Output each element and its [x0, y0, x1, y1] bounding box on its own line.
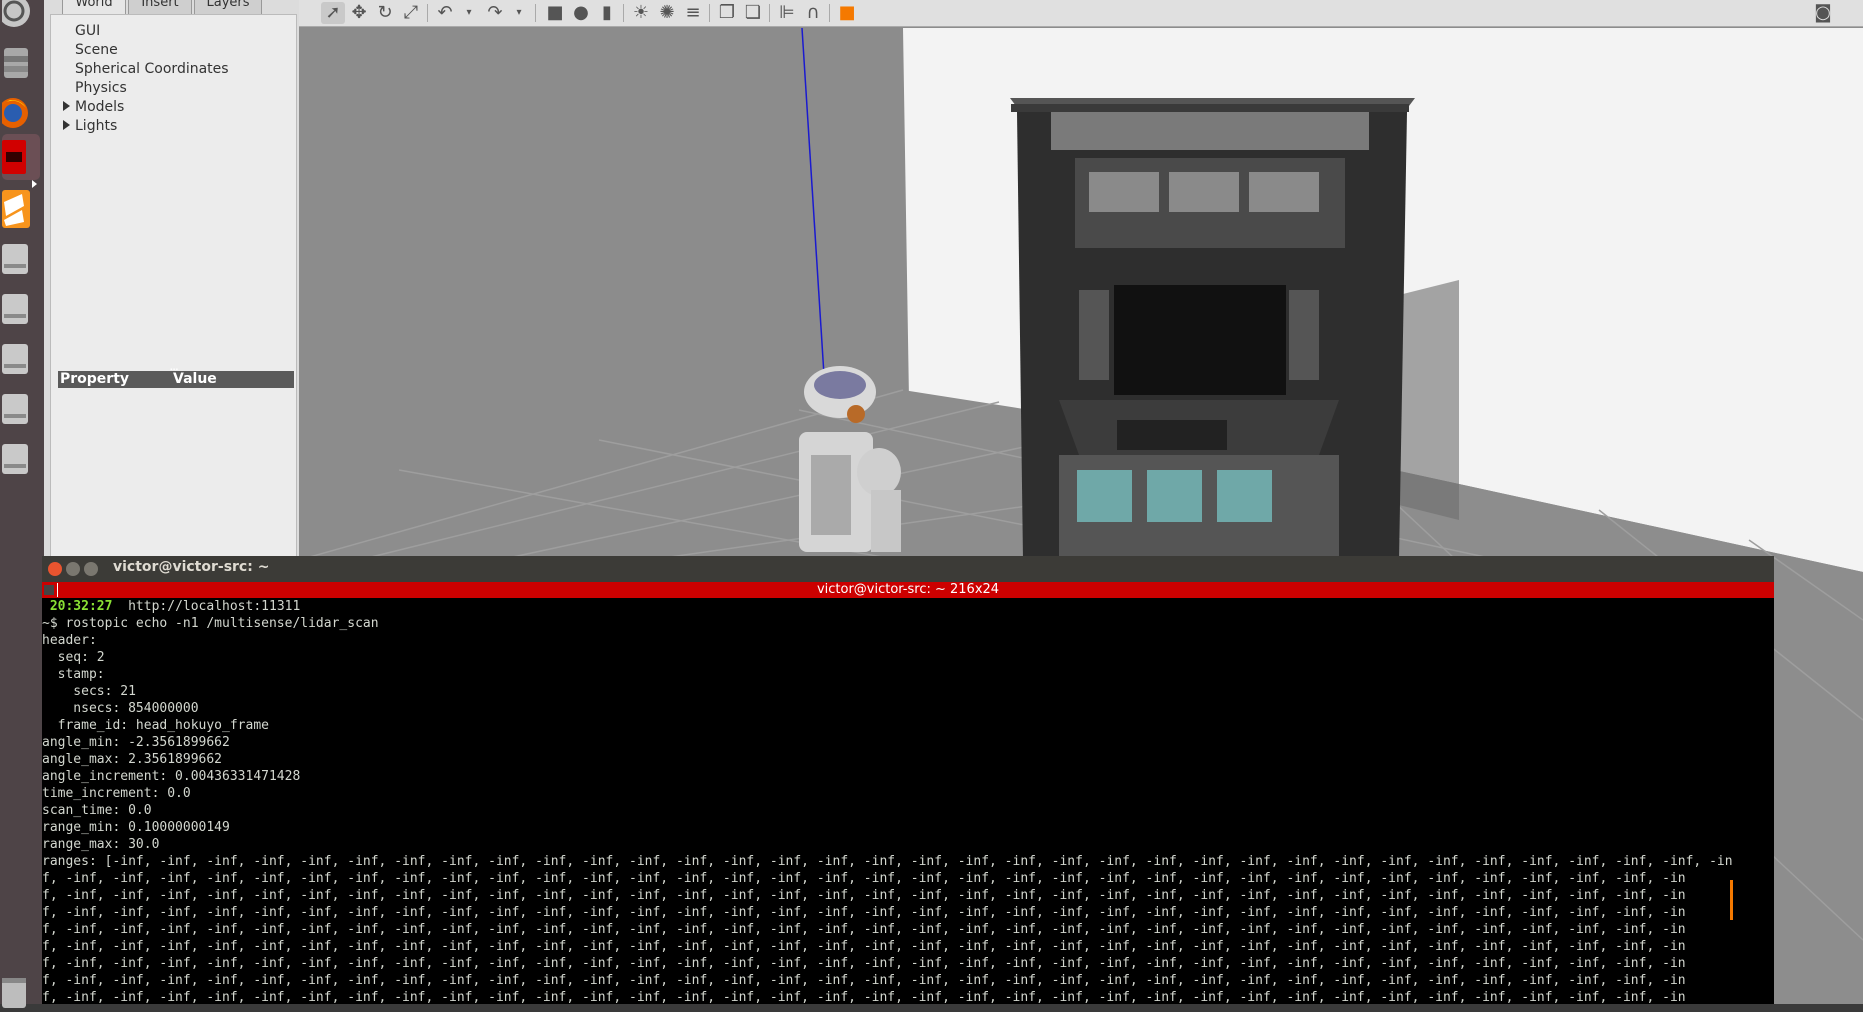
change-view-icon[interactable]: ■	[835, 2, 859, 24]
drive-icon[interactable]	[2, 386, 40, 432]
trash-icon[interactable]	[2, 966, 40, 1012]
box-shape-icon[interactable]: ■	[543, 2, 567, 24]
output-line: header:	[42, 633, 105, 648]
terminal-app-icon[interactable]	[2, 134, 40, 180]
align-icon[interactable]: ⊫	[775, 2, 799, 24]
redo-icon[interactable]: ↷	[483, 2, 507, 24]
ranges-line: f, -inf, -inf, -inf, -inf, -inf, -inf, -…	[42, 956, 1686, 971]
output-line: angle_max: 2.3561899662	[42, 752, 223, 767]
terminal-window[interactable]: victor@victor-src: ~ victor@victor-src: …	[42, 556, 1774, 1004]
value-column-header: Value	[173, 371, 217, 387]
scrollbar-indicator[interactable]	[1730, 880, 1733, 920]
file-manager-icon[interactable]	[2, 40, 40, 86]
close-icon[interactable]	[48, 562, 62, 576]
output-line: stamp:	[42, 667, 113, 682]
ranges-line: f, -inf, -inf, -inf, -inf, -inf, -inf, -…	[42, 922, 1686, 937]
cylinder-shape-icon[interactable]: ▮	[595, 2, 619, 24]
toolbar-separator	[623, 4, 624, 22]
tree-item-physics[interactable]: Physics	[75, 80, 127, 96]
firefox-icon[interactable]	[2, 90, 40, 136]
ranges-line: f, -inf, -inf, -inf, -inf, -inf, -inf, -…	[42, 973, 1686, 988]
prompt-time: 20:32:27	[49, 599, 113, 614]
output-line: angle_increment: 0.00436331471428	[42, 769, 301, 784]
gazebo-toolbar: ➚ ✥ ↻ ⤢ ↶ ▾ ↷ ▾ ■ ● ▮ ☀ ✺ ≡ ❐ ❏ ⊫ ∩ ■ ◙	[299, 0, 1863, 27]
terminal-tab-title: victor@victor-src: ~ 216x24	[816, 582, 1000, 597]
column-resize-handle[interactable]: ⋯	[170, 365, 178, 374]
toolbar-separator	[769, 4, 770, 22]
toolbar-separator	[709, 4, 710, 22]
output-line: nsecs: 854000000	[42, 701, 199, 716]
translate-icon[interactable]: ✥	[347, 2, 371, 24]
prompt-line: 20:32:27 http://localhost:11311	[42, 598, 300, 615]
ranges-line: f, -inf, -inf, -inf, -inf, -inf, -inf, -…	[42, 990, 1686, 1004]
ranges-line: f, -inf, -inf, -inf, -inf, -inf, -inf, -…	[42, 871, 1686, 886]
ranges-line: f, -inf, -inf, -inf, -inf, -inf, -inf, -…	[42, 939, 1686, 954]
ranges-line: f, -inf, -inf, -inf, -inf, -inf, -inf, -…	[42, 905, 1686, 920]
output-line: seq: 2	[42, 650, 105, 665]
snap-icon[interactable]: ∩	[801, 2, 825, 24]
tab-world[interactable]: World	[62, 0, 126, 15]
toolbar-separator	[427, 4, 428, 22]
ranges-line: f, -inf, -inf, -inf, -inf, -inf, -inf, -…	[42, 888, 1686, 903]
tree-item-spherical-coordinates[interactable]: Spherical Coordinates	[75, 61, 229, 77]
directional-light-icon[interactable]: ≡	[681, 2, 705, 24]
gazebo-app-icon[interactable]	[2, 186, 40, 232]
output-line: secs: 21	[42, 684, 136, 699]
world-tree-panel: GUI Scene Spherical Coordinates Physics …	[50, 14, 297, 560]
tree-item-lights[interactable]: Lights	[75, 118, 117, 134]
prompt-url: http://localhost:11311	[128, 599, 301, 614]
dash-home-icon[interactable]	[2, 0, 40, 34]
gazebo-left-panel: World Insert Layers GUI Scene Spherical …	[44, 0, 299, 560]
output-line: frame_id: head_hokuyo_frame	[42, 718, 269, 733]
sphere-shape-icon[interactable]: ●	[569, 2, 593, 24]
undo-history-icon[interactable]: ▾	[457, 2, 481, 24]
expand-arrow-icon[interactable]	[63, 120, 70, 130]
terminal-tab-bar: victor@victor-src: ~ 216x24	[42, 582, 1774, 598]
command-line: ~$ rostopic echo -n1 /multisense/lidar_s…	[42, 616, 379, 631]
ranges-line: ranges: [-inf, -inf, -inf, -inf, -inf, -…	[42, 854, 1733, 869]
drive-icon[interactable]	[2, 286, 40, 332]
output-line: time_increment: 0.0	[42, 786, 191, 801]
tab-insert[interactable]: Insert	[128, 0, 192, 15]
paste-icon[interactable]: ❏	[741, 2, 765, 24]
rotate-icon[interactable]: ↻	[373, 2, 397, 24]
drive-icon[interactable]	[2, 336, 40, 382]
tree-item-scene[interactable]: Scene	[75, 42, 118, 58]
tab-layers[interactable]: Layers	[194, 0, 262, 15]
expand-arrow-icon[interactable]	[63, 101, 70, 111]
point-light-icon[interactable]: ☀	[629, 2, 653, 24]
redo-history-icon[interactable]: ▾	[507, 2, 531, 24]
minimize-icon[interactable]	[66, 562, 80, 576]
terminal-titlebar[interactable]: victor@victor-src: ~	[42, 556, 1774, 582]
drive-icon[interactable]	[2, 436, 40, 482]
output-line: range_max: 30.0	[42, 837, 160, 852]
tree-item-gui[interactable]: GUI	[75, 23, 100, 39]
tree-item-models[interactable]: Models	[75, 99, 124, 115]
property-column-header: Property	[60, 371, 130, 387]
screenshot-icon[interactable]: ◙	[1811, 2, 1835, 24]
property-table-header: Property Value ⋯	[58, 365, 294, 388]
active-app-indicator	[32, 180, 37, 188]
toolbar-separator	[535, 4, 536, 22]
spot-light-icon[interactable]: ✺	[655, 2, 679, 24]
unity-launcher	[0, 0, 44, 1008]
maximize-icon[interactable]	[84, 562, 98, 576]
undo-icon[interactable]: ↶	[433, 2, 457, 24]
output-line: scan_time: 0.0	[42, 803, 152, 818]
output-line: range_min: 0.10000000149	[42, 820, 230, 835]
drive-icon[interactable]	[2, 236, 40, 282]
output-line: angle_min: -2.3561899662	[42, 735, 230, 750]
window-title: victor@victor-src: ~	[113, 559, 270, 575]
scale-icon[interactable]: ⤢	[399, 2, 423, 24]
toolbar-separator	[829, 4, 830, 22]
select-arrow-icon[interactable]: ➚	[321, 2, 345, 24]
terminal-output[interactable]: 20:32:27 http://localhost:11311 ~$ rosto…	[42, 598, 1774, 1004]
copy-icon[interactable]: ❐	[715, 2, 739, 24]
